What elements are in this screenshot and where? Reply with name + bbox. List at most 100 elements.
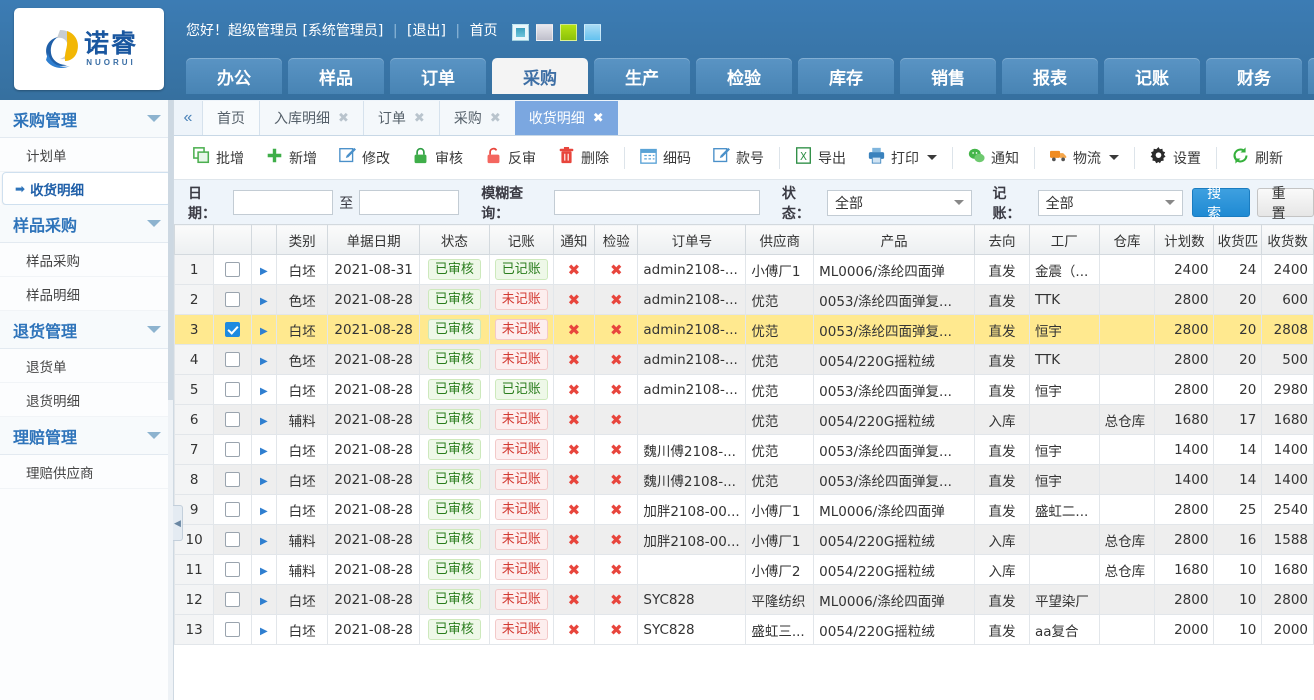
nav-tab-5[interactable]: 检验 [696, 58, 792, 94]
row-expand-icon[interactable]: ▶ [260, 626, 268, 637]
grid-cell-check[interactable] [214, 495, 251, 525]
grid-cell-check[interactable] [214, 255, 251, 285]
toolbar-审核-button[interactable]: 审核 [401, 143, 474, 173]
notify-x-icon[interactable]: ✖ [568, 351, 581, 369]
sidebar-collapse-handle[interactable]: ◀ [173, 505, 183, 541]
grid-cell-expand[interactable]: ▶ [251, 495, 277, 525]
grid-cell-check[interactable] [214, 405, 251, 435]
inspect-x-icon[interactable]: ✖ [610, 261, 623, 279]
row-checkbox[interactable] [225, 322, 240, 337]
toolbar-物流-button[interactable]: 物流 [1039, 143, 1130, 173]
grid-header-destination[interactable]: 去向 [975, 225, 1030, 255]
inspect-x-icon[interactable]: ✖ [610, 351, 623, 369]
row-expand-icon[interactable]: ▶ [260, 326, 268, 337]
status-filter-select[interactable]: 全部 [827, 190, 972, 216]
row-expand-icon[interactable]: ▶ [260, 296, 268, 307]
nav-tab-4[interactable]: 生产 [594, 58, 690, 94]
grid-cell-expand[interactable]: ▶ [251, 615, 277, 645]
grid-cell-check[interactable] [214, 465, 251, 495]
nav-tab-1[interactable]: 样品 [288, 58, 384, 94]
inspect-x-icon[interactable]: ✖ [610, 591, 623, 609]
sidebar-group-0[interactable]: 采购管理 [0, 100, 173, 138]
toolbar-修改-button[interactable]: 修改 [328, 143, 401, 173]
grid-header-factory[interactable]: 工厂 [1029, 225, 1099, 255]
grid-row[interactable]: 4▶色坯2021-08-28已审核未记账✖✖admin2108-...优范005… [175, 345, 1314, 375]
search-button[interactable]: 搜索 [1192, 188, 1249, 217]
close-icon[interactable]: ✖ [593, 111, 604, 126]
row-checkbox[interactable] [225, 442, 240, 457]
toolbar-设置-button[interactable]: 设置 [1139, 143, 1212, 173]
toolbar-导出-button[interactable]: X导出 [784, 143, 857, 173]
grid-row[interactable]: 7▶白坯2021-08-28已审核未记账✖✖魏川傅2108-...优范0053/… [175, 435, 1314, 465]
row-expand-icon[interactable]: ▶ [260, 386, 268, 397]
row-checkbox[interactable] [225, 262, 240, 277]
sidebar-group-1[interactable]: 样品采购 [0, 205, 173, 243]
grid-header-recv_qty[interactable]: 收货数 [1262, 225, 1314, 255]
grid-header-status[interactable]: 状态 [420, 225, 490, 255]
nav-tab-8[interactable]: 报表 [1002, 58, 1098, 94]
inspect-x-icon[interactable]: ✖ [610, 531, 623, 549]
row-checkbox[interactable] [225, 502, 240, 517]
row-checkbox[interactable] [225, 292, 240, 307]
logout-link[interactable]: [退出] [407, 23, 446, 39]
grid-row[interactable]: 3▶白坯2021-08-28已审核未记账✖✖admin2108-...优范005… [175, 315, 1314, 345]
sidebar-group-2[interactable]: 退货管理 [0, 311, 173, 349]
grid-cell-expand[interactable]: ▶ [251, 585, 277, 615]
blue-theme-swatch[interactable] [584, 24, 601, 41]
toolbar-删除-button[interactable]: 删除 [547, 143, 620, 173]
doc-tab-3[interactable]: 采购✖ [439, 101, 515, 135]
grid-cell-check[interactable] [214, 525, 251, 555]
grid-header-check[interactable] [214, 225, 251, 255]
chevron-down-icon[interactable] [927, 155, 937, 160]
grid-cell-expand[interactable]: ▶ [251, 345, 277, 375]
row-expand-icon[interactable]: ▶ [260, 416, 268, 427]
grid-cell-expand[interactable]: ▶ [251, 255, 277, 285]
doc-tab-2[interactable]: 订单✖ [363, 101, 439, 135]
notify-x-icon[interactable]: ✖ [568, 531, 581, 549]
grid-cell-expand[interactable]: ▶ [251, 555, 277, 585]
grid-cell-expand[interactable]: ▶ [251, 405, 277, 435]
tab-scroll-prev-icon[interactable]: « [174, 101, 202, 135]
grid-header-doc_date[interactable]: 单据日期 [328, 225, 420, 255]
sidebar-scrollbar[interactable] [168, 100, 173, 700]
grid-cell-expand[interactable]: ▶ [251, 525, 277, 555]
grid-header-notify[interactable]: 通知 [553, 225, 594, 255]
reset-button[interactable]: 重置 [1257, 188, 1314, 217]
grid-row[interactable]: 11▶辅料2021-08-28已审核未记账✖✖小傅厂20054/220G摇粒绒入… [175, 555, 1314, 585]
grid-cell-check[interactable] [214, 285, 251, 315]
grid-header-category[interactable]: 类别 [277, 225, 328, 255]
grid-row[interactable]: 10▶辅料2021-08-28已审核未记账✖✖加胖2108-00...小傅厂10… [175, 525, 1314, 555]
row-expand-icon[interactable]: ▶ [260, 356, 268, 367]
grid-row[interactable]: 2▶色坯2021-08-28已审核未记账✖✖admin2108-...优范005… [175, 285, 1314, 315]
row-checkbox[interactable] [225, 592, 240, 607]
grid-cell-check[interactable] [214, 615, 251, 645]
close-icon[interactable]: ✖ [414, 111, 425, 126]
notify-x-icon[interactable]: ✖ [568, 501, 581, 519]
row-checkbox[interactable] [225, 532, 240, 547]
grid-row[interactable]: 9▶白坯2021-08-28已审核未记账✖✖加胖2108-00...小傅厂1ML… [175, 495, 1314, 525]
notify-x-icon[interactable]: ✖ [568, 621, 581, 639]
grid-row[interactable]: 1▶白坯2021-08-31已审核已记账✖✖admin2108-...小傅厂1M… [175, 255, 1314, 285]
notify-x-icon[interactable]: ✖ [568, 411, 581, 429]
inspect-x-icon[interactable]: ✖ [610, 441, 623, 459]
row-expand-icon[interactable]: ▶ [260, 446, 268, 457]
sidebar-item-1-0[interactable]: 样品采购 [0, 243, 173, 277]
grid-row[interactable]: 13▶白坯2021-08-28已审核未记账✖✖SYC828盛虹三...0054/… [175, 615, 1314, 645]
fuzzy-search-input[interactable] [554, 190, 760, 215]
inspect-x-icon[interactable]: ✖ [610, 501, 623, 519]
grid-cell-expand[interactable]: ▶ [251, 315, 277, 345]
grid-cell-check[interactable] [214, 375, 251, 405]
doc-tab-0[interactable]: 首页 [202, 101, 259, 135]
row-checkbox[interactable] [225, 382, 240, 397]
date-to-input[interactable] [359, 190, 459, 215]
toolbar-通知-button[interactable]: 通知 [957, 143, 1030, 173]
grid-cell-expand[interactable]: ▶ [251, 375, 277, 405]
grid-header-inspect[interactable]: 检验 [595, 225, 638, 255]
nav-tab-0[interactable]: 办公 [186, 58, 282, 94]
nav-tab-2[interactable]: 订单 [390, 58, 486, 94]
chevron-down-icon[interactable] [1109, 155, 1119, 160]
notify-x-icon[interactable]: ✖ [568, 561, 581, 579]
row-checkbox[interactable] [225, 472, 240, 487]
sidebar-item-1-1[interactable]: 样品明细 [0, 277, 173, 311]
grid-header-product[interactable]: 产品 [814, 225, 975, 255]
